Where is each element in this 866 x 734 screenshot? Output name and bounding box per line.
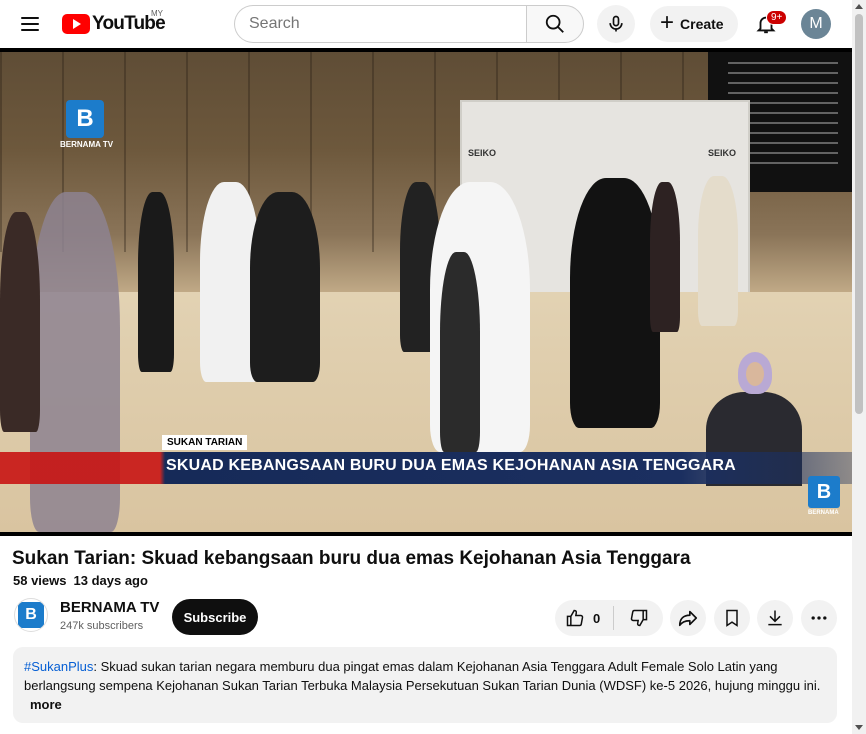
scroll-thumb[interactable]: [855, 14, 863, 414]
channel-name[interactable]: BERNAMA TV: [60, 599, 159, 616]
dancer-figure: [570, 178, 660, 428]
lower-third-headline: SKUAD KEBANGSAAN BURU DUA EMAS KEJOHANAN…: [166, 457, 736, 474]
voice-search-button[interactable]: [597, 5, 635, 43]
account-avatar[interactable]: M: [801, 9, 831, 39]
dancer-figure: [698, 176, 738, 326]
bernama-logo-icon: B: [18, 602, 44, 628]
scroll-up-arrow[interactable]: [855, 4, 863, 9]
hashtag-link[interactable]: #SukanPlus: [24, 659, 93, 674]
share-button[interactable]: [670, 600, 706, 636]
like-count: 0: [593, 610, 601, 626]
search-icon: [545, 14, 564, 33]
bernama-corner-logo: B: [808, 476, 840, 508]
create-button[interactable]: + Create: [650, 6, 738, 42]
view-count: 58 views: [13, 573, 67, 588]
like-dislike-group: 0: [555, 600, 663, 636]
dancer-figure: [250, 192, 320, 382]
bernama-tv-logo: B: [66, 100, 104, 138]
station-name: BERNAMA TV: [60, 140, 114, 149]
create-label: Create: [680, 16, 724, 32]
search-bar: [234, 5, 584, 43]
more-horizontal-icon: [811, 616, 827, 620]
description-text: : Skuad sukan tarian negara memburu dua …: [24, 659, 821, 693]
thumbs-down-icon: [630, 609, 647, 627]
video-frame[interactable]: SEIKO SEIKO B BERNAMA TV SUKAN TARIAN SK…: [0, 52, 852, 532]
thumbs-up-icon: [566, 609, 584, 627]
dancer-figure: [440, 252, 480, 452]
microphone-icon: [609, 15, 623, 32]
show-more-button[interactable]: more: [30, 695, 826, 714]
scroll-down-arrow[interactable]: [855, 725, 863, 730]
plus-icon: +: [660, 9, 675, 36]
lower-third-label: SUKAN TARIAN: [162, 435, 248, 450]
top-header: YouTube MY + Create 9+ M: [0, 0, 852, 48]
search-input[interactable]: [234, 5, 526, 43]
video-player[interactable]: SEIKO SEIKO B BERNAMA TV SUKAN TARIAN SK…: [0, 48, 852, 536]
more-actions-button[interactable]: [801, 600, 837, 636]
description-box[interactable]: #SukanPlus: Skuad sukan tarian negara me…: [13, 647, 837, 723]
banner-sponsor-right: SEIKO: [708, 148, 737, 158]
dancer-figure: [138, 192, 174, 372]
youtube-logo[interactable]: YouTube MY: [62, 9, 166, 36]
region-code: MY: [151, 9, 163, 18]
dislike-button[interactable]: [614, 600, 663, 636]
download-button[interactable]: [757, 600, 793, 636]
video-meta: 58 views 13 days ago: [13, 573, 148, 588]
subscribe-button[interactable]: Subscribe: [172, 599, 258, 635]
notification-badge: 9+: [766, 10, 788, 25]
page-scrollbar[interactable]: [852, 0, 866, 734]
search-button[interactable]: [526, 5, 584, 43]
youtube-play-icon: [62, 14, 90, 34]
subscriber-count: 247k subscribers: [60, 620, 144, 632]
bookmark-icon: [726, 609, 738, 627]
like-button[interactable]: 0: [555, 600, 613, 636]
save-button[interactable]: [714, 600, 750, 636]
channel-avatar[interactable]: B: [14, 598, 48, 632]
share-icon: [678, 610, 698, 627]
dancer-figure: [0, 212, 40, 432]
video-title: Sukan Tarian: Skuad kebangsaan buru dua …: [12, 548, 691, 569]
youtube-watch-page: YouTube MY + Create 9+ M: [0, 0, 866, 734]
download-icon: [768, 610, 782, 626]
corner-logo-text: BERNAMA: [808, 510, 839, 516]
menu-icon[interactable]: [14, 8, 46, 40]
dancer-figure: [650, 182, 680, 332]
upload-date: 13 days ago: [73, 573, 148, 588]
banner-sponsor-left: SEIKO: [468, 148, 497, 158]
